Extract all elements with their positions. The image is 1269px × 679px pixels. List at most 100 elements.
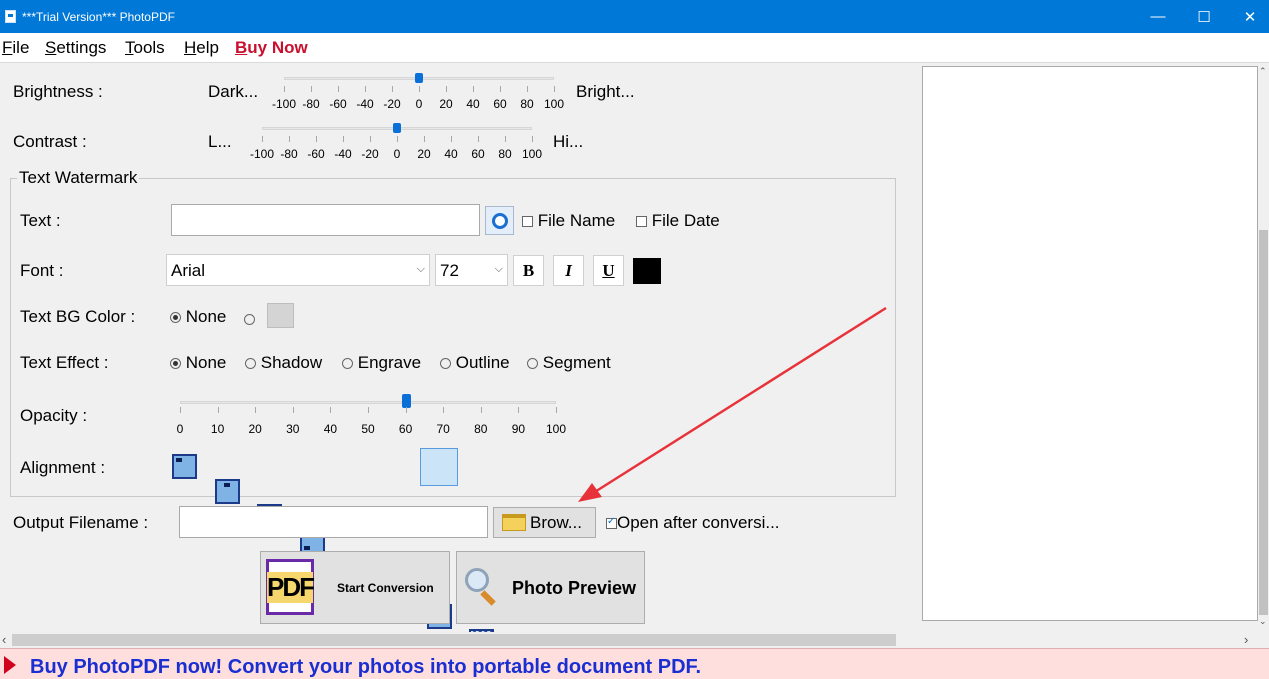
bg-none-radio[interactable]: None [170, 307, 226, 327]
chevron-down-icon: ⌵ [494, 263, 503, 275]
bold-button[interactable]: B [513, 255, 544, 286]
slider-tick [338, 86, 339, 92]
file-date-checkbox[interactable]: File Date [636, 211, 720, 231]
alignment-label: Alignment : [20, 458, 106, 477]
scroll-left-icon[interactable]: ‹ [2, 632, 6, 647]
align-top-center-button[interactable] [215, 479, 240, 504]
buy-banner[interactable]: Buy PhotoPDF now! Convert your photos in… [0, 648, 1269, 679]
menu-help[interactable]: Help [184, 38, 219, 58]
slider-tick-label: -60 [329, 97, 347, 111]
alignment-selected-highlight [420, 448, 458, 486]
browse-button[interactable]: Brow... [493, 507, 596, 538]
start-conversion-button[interactable]: PDF Start Conversion [260, 551, 450, 624]
opacity-slider[interactable]: 0 10 20 30 40 50 60 70 80 90 100 [166, 393, 580, 439]
watermark-text-input[interactable] [171, 204, 480, 236]
brightness-slider-thumb[interactable] [415, 73, 423, 83]
contrast-label: Contrast : [13, 132, 87, 151]
slider-tick-label: 80 [474, 422, 488, 436]
font-size-select[interactable]: 72 ⌵ [435, 254, 508, 286]
slider-tick-label: 90 [511, 422, 526, 436]
slider-tick [518, 407, 520, 413]
file-name-check-icon [522, 216, 533, 228]
slider-tick-label: 60 [471, 147, 485, 161]
contrast-slider-thumb[interactable] [393, 123, 401, 133]
text-bg-color-label: Text BG Color : [20, 307, 136, 326]
pdf-icon: PDF [266, 559, 315, 615]
scroll-down-icon[interactable]: ⌄ [1259, 616, 1267, 627]
title-bar: ***Trial Version*** PhotoPDF — ☐ ✕ [0, 0, 1269, 33]
bg-color-swatch[interactable] [267, 303, 294, 328]
slider-tick [419, 86, 420, 92]
slider-tick [473, 86, 474, 92]
slider-tick-label: 20 [248, 422, 262, 436]
close-button[interactable]: ✕ [1227, 0, 1269, 33]
scroll-up-icon[interactable]: ⌃ [1259, 66, 1267, 77]
slider-tick [289, 136, 290, 142]
slider-tick [365, 86, 366, 92]
menu-buy-now[interactable]: Buy Now [235, 38, 308, 58]
photo-preview-button[interactable]: Photo Preview [456, 551, 645, 624]
slider-tick-label: 60 [493, 97, 507, 111]
font-color-swatch[interactable] [633, 258, 661, 284]
horizontal-scrollbar-thumb[interactable] [12, 634, 896, 646]
slider-tick [478, 136, 479, 142]
chevron-down-icon: ⌵ [416, 263, 425, 275]
slider-tick [284, 86, 285, 92]
slider-tick [554, 86, 555, 92]
magnifier-icon [465, 568, 501, 608]
slider-tick-label: 20 [439, 97, 453, 111]
effect-shadow-radio[interactable]: Shadow [245, 353, 322, 373]
contrast-tick-labels: -100 -80 -60 -40 -20 0 20 40 60 80 100 [248, 147, 544, 163]
scroll-right-icon[interactable]: › [1244, 632, 1248, 647]
maximize-button[interactable]: ☐ [1181, 0, 1227, 33]
menu-tools[interactable]: Tools [125, 38, 165, 58]
italic-button[interactable]: I [553, 255, 584, 286]
minimize-button[interactable]: — [1135, 0, 1181, 33]
effect-none-radio[interactable]: None [170, 353, 226, 373]
contrast-slider[interactable]: -100 -80 -60 -40 -20 0 20 40 60 80 100 [248, 122, 544, 164]
opacity-slider-track [180, 401, 556, 404]
font-label: Font : [20, 261, 64, 280]
slider-tick-label: 10 [210, 422, 225, 436]
menu-settings[interactable]: Settings [45, 38, 106, 58]
text-label: Text : [20, 211, 61, 230]
file-name-checkbox[interactable]: File Name [522, 211, 615, 231]
radio-icon [342, 358, 353, 370]
slider-tick-label: 40 [323, 422, 338, 436]
brightness-label: Brightness : [13, 82, 103, 101]
annotation-arrow [578, 306, 887, 502]
slider-tick [262, 136, 263, 142]
slider-tick-label: 70 [436, 422, 450, 436]
underline-button[interactable]: U [593, 255, 624, 286]
slider-tick [311, 86, 312, 92]
output-filename-input[interactable] [179, 506, 488, 538]
vertical-scrollbar-thumb[interactable] [1259, 230, 1268, 615]
open-after-conversion-checkbox[interactable]: Open after conversi... [606, 513, 780, 533]
slider-tick [255, 407, 257, 413]
slider-tick-label: 100 [545, 422, 567, 436]
slider-tick-label: -80 [302, 97, 320, 111]
slider-tick-label: -40 [334, 147, 352, 161]
slider-tick-label: 40 [466, 97, 480, 111]
buy-banner-text: Buy PhotoPDF now! Convert your photos in… [30, 656, 702, 678]
preview-panel [922, 66, 1258, 621]
slider-tick [217, 407, 219, 413]
text-symbol-button[interactable] [485, 206, 514, 235]
open-after-check-icon [606, 516, 617, 530]
brightness-low-label: Dark... [208, 82, 259, 101]
slider-tick [527, 86, 528, 92]
bg-color-radio[interactable] [244, 311, 255, 329]
brightness-slider[interactable]: -100 -80 -60 -40 -20 0 20 40 60 80 100 [270, 72, 566, 114]
refresh-icon [491, 212, 508, 229]
slider-tick-label: -100 [249, 147, 275, 161]
opacity-slider-thumb[interactable] [401, 394, 411, 408]
effect-outline-radio[interactable]: Outline [440, 353, 510, 373]
menu-file[interactable]: File [2, 38, 29, 58]
slider-tick [443, 407, 445, 413]
effect-engrave-radio[interactable]: Engrave [342, 353, 421, 373]
contrast-low-label: L... [208, 132, 232, 151]
slider-tick [330, 407, 332, 413]
slider-tick [368, 407, 369, 413]
align-top-left-button[interactable] [172, 454, 197, 479]
font-select[interactable]: Arial ⌵ [166, 254, 430, 286]
